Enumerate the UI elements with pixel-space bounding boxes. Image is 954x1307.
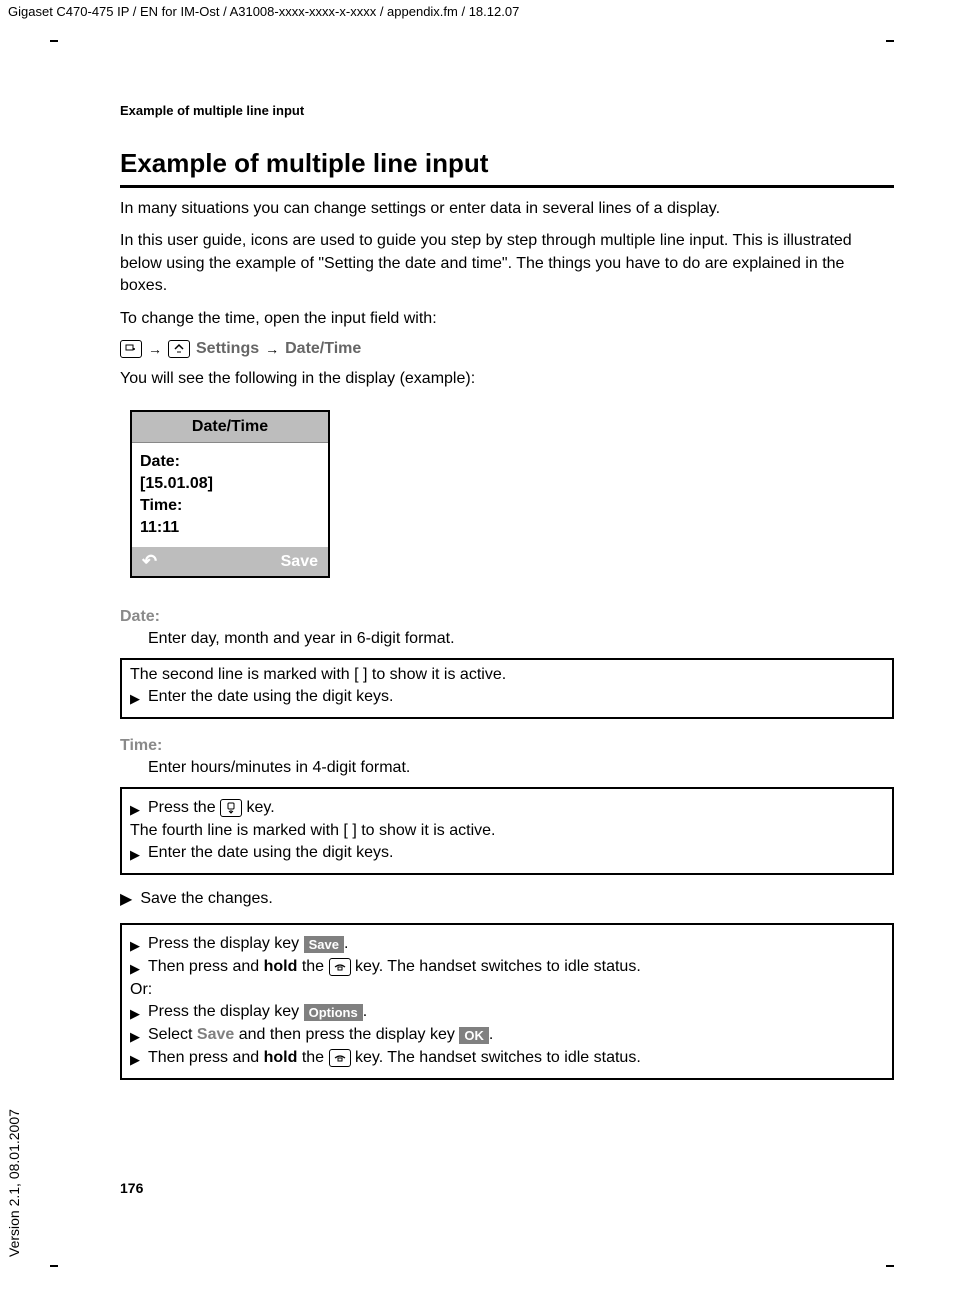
phone-screen-title: Date/Time xyxy=(132,412,328,443)
step-text: Save the changes. xyxy=(140,890,273,908)
field-desc-date: Enter day, month and year in 6-digit for… xyxy=(148,630,894,648)
triangle-bullet-icon: ▶ xyxy=(130,961,140,977)
crop-mark xyxy=(50,1265,58,1267)
phone-row-time-label: Time: xyxy=(140,497,320,515)
back-icon: ↶ xyxy=(142,551,157,572)
down-key-icon xyxy=(220,799,242,817)
triangle-bullet-icon: ▶ xyxy=(130,691,140,707)
phone-row-date-label: Date: xyxy=(140,453,320,471)
crop-mark xyxy=(50,40,58,42)
phone-row-date-value: [15.01.08] xyxy=(140,475,320,493)
paragraph: In this user guide, icons are used to gu… xyxy=(120,230,894,297)
paragraph: In many situations you can change settin… xyxy=(120,198,894,220)
step-item: ▶ Enter the date using the digit keys. xyxy=(130,844,884,863)
save-inline: Save xyxy=(197,1026,234,1043)
step-item: ▶ Select Save and then press the display… xyxy=(130,1026,884,1045)
page-number: 176 xyxy=(120,1180,894,1196)
phone-display-example: Date/Time Date: [15.01.08] Time: 11:11 ↶… xyxy=(130,410,330,578)
paragraph: You will see the following in the displa… xyxy=(120,368,894,390)
step-save-changes: ▶ Save the changes. xyxy=(120,889,894,909)
step-item: ▶ Press the display key Options. xyxy=(130,1003,884,1022)
triangle-bullet-icon: ▶ xyxy=(130,1006,140,1022)
step-text: Press the display key Options. xyxy=(148,1003,367,1021)
step-text: Then press and hold the key. The handset… xyxy=(148,958,641,976)
field-label-time: Time: xyxy=(120,737,894,755)
step-text: Then press and hold the key. The handset… xyxy=(148,1049,641,1067)
field-label-date: Date: xyxy=(120,608,894,626)
running-header: Example of multiple line input xyxy=(120,103,894,118)
triangle-bullet-icon: ▶ xyxy=(130,1052,140,1068)
nav-label-datetime: Date/Time xyxy=(285,340,361,358)
box-text: The second line is marked with [ ] to sh… xyxy=(130,666,884,684)
menu-key-icon xyxy=(120,340,142,358)
field-desc-time: Enter hours/minutes in 4-digit format. xyxy=(148,759,894,777)
or-text: Or: xyxy=(130,981,884,999)
step-item: ▶ Enter the date using the digit keys. xyxy=(130,688,884,707)
box-text: The fourth line is marked with [ ] to sh… xyxy=(130,822,884,840)
ok-key-badge: OK xyxy=(459,1027,489,1044)
triangle-bullet-icon: ▶ xyxy=(120,889,132,909)
triangle-bullet-icon: ▶ xyxy=(130,938,140,954)
instruction-box-time: ▶ Press the key. The fourth line is mark… xyxy=(120,787,894,875)
step-text: Enter the date using the digit keys. xyxy=(148,688,393,706)
crop-mark xyxy=(886,1265,894,1267)
header-file-path: Gigaset C470-475 IP / EN for IM-Ost / A3… xyxy=(0,0,954,23)
bold-hold: hold xyxy=(264,1050,298,1067)
phone-softkey-bar: ↶ Save xyxy=(132,547,328,576)
settings-key-icon xyxy=(168,340,190,358)
arrow-right-icon: → xyxy=(265,341,279,357)
step-text: Select Save and then press the display k… xyxy=(148,1026,493,1044)
end-call-key-icon xyxy=(329,958,351,976)
instruction-box-date: The second line is marked with [ ] to sh… xyxy=(120,658,894,719)
phone-row-time-value: 11:11 xyxy=(140,519,320,537)
section-title: Example of multiple line input xyxy=(120,148,894,188)
instruction-box-save: ▶ Press the display key Save. ▶ Then pre… xyxy=(120,923,894,1080)
paragraph: To change the time, open the input field… xyxy=(120,308,894,330)
crop-mark xyxy=(886,40,894,42)
save-softkey: Save xyxy=(281,553,318,571)
options-key-badge: Options xyxy=(304,1004,363,1021)
triangle-bullet-icon: ▶ xyxy=(130,1029,140,1045)
version-footer: Version 2.1, 08.01.2007 xyxy=(6,1109,22,1257)
phone-screen-body: Date: [15.01.08] Time: 11:11 xyxy=(132,443,328,547)
step-item: ▶ Then press and hold the key. The hands… xyxy=(130,1049,884,1068)
step-text: Enter the date using the digit keys. xyxy=(148,844,393,862)
end-call-key-icon xyxy=(329,1049,351,1067)
step-item: ▶ Press the display key Save. xyxy=(130,935,884,954)
bold-hold: hold xyxy=(264,959,298,976)
step-text: Press the display key Save. xyxy=(148,935,348,953)
save-key-badge: Save xyxy=(304,936,344,953)
nav-label-settings: Settings xyxy=(196,340,259,358)
step-text: Press the key. xyxy=(148,799,275,817)
step-item: ▶ Press the key. xyxy=(130,799,884,818)
arrow-right-icon: → xyxy=(148,341,162,357)
step-item: ▶ Then press and hold the key. The hands… xyxy=(130,958,884,977)
triangle-bullet-icon: ▶ xyxy=(130,847,140,863)
triangle-bullet-icon: ▶ xyxy=(130,802,140,818)
navigation-path: → Settings → Date/Time xyxy=(120,340,894,358)
